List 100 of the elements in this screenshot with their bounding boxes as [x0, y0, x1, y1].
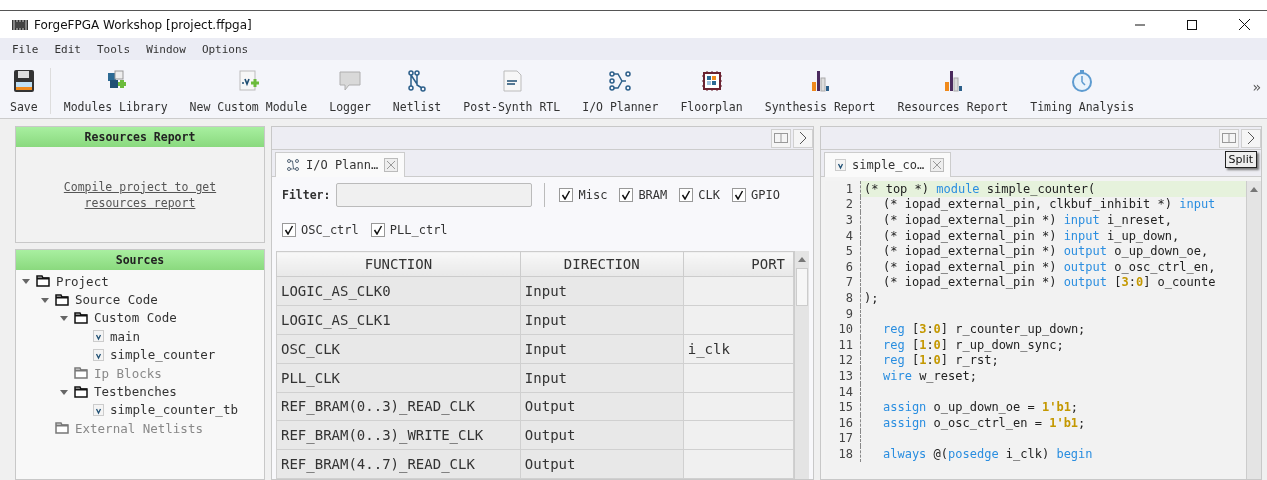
checkbox[interactable]: [619, 188, 634, 202]
split-icon: [774, 133, 788, 143]
code-line: (* iopad_external_pin *) input i_nreset,: [882, 212, 1173, 228]
toolbar-button-label[interactable]: Synthesis Report: [764, 100, 876, 114]
folder-icon: [74, 367, 88, 380]
menu-item[interactable]: Tools: [95, 42, 133, 56]
expand-arrow-icon[interactable]: [41, 295, 49, 304]
io-planner-tab[interactable]: I/O Plann…: [275, 152, 406, 177]
tree-item[interactable]: Testbenches: [94, 384, 177, 400]
checkbox[interactable]: [282, 223, 296, 237]
scroll-up-icon[interactable]: [1250, 186, 1258, 192]
scroll-up-icon[interactable]: [798, 256, 806, 262]
table-cell: i_clk: [683, 334, 794, 364]
column-header[interactable]: FUNCTION: [276, 251, 521, 277]
line-number: 3: [825, 212, 861, 228]
toolbar-button-label[interactable]: New Custom Module: [189, 100, 308, 114]
line-number: 6: [825, 258, 861, 275]
menu-item[interactable]: Edit: [52, 42, 83, 56]
code-line: assign o_up_down_oe = 1'b1;: [882, 399, 1080, 415]
code-line: (* iopad_external_pin *) output [3:0] o_counte: [882, 274, 1217, 291]
checkbox[interactable]: [370, 223, 385, 237]
expand-arrow-icon[interactable]: [60, 313, 68, 322]
code-line: reg [3:0] r_counter_up_down;: [882, 321, 1087, 337]
column-header[interactable]: PORT: [683, 251, 794, 277]
line-number: 7: [825, 274, 861, 291]
table-cell: Input: [520, 276, 684, 306]
scrollbar-thumb[interactable]: [796, 268, 808, 306]
toolbar-button-label[interactable]: I/O Planner: [582, 100, 659, 114]
editor-tab[interactable]: simple_co…: [824, 152, 952, 177]
line-number: 15: [825, 399, 861, 415]
code-line: always @(posedge i_clk) begin: [882, 446, 1094, 462]
toolbar-button-label[interactable]: Netlist: [392, 100, 442, 114]
tree-item[interactable]: main: [110, 328, 141, 344]
table-cell: REF_BRAM(0..3)_READ_CLK: [276, 392, 521, 421]
checkbox-label: CLK: [698, 188, 720, 202]
checkbox[interactable]: [731, 188, 746, 202]
table-cell: LOGIC_AS_CLK0: [276, 276, 521, 306]
table-cell: Output: [520, 420, 684, 450]
line-number: 14: [825, 383, 861, 400]
folder-icon: [74, 311, 88, 324]
scrollbar[interactable]: [794, 251, 809, 479]
checkbox-label: PLL_ctrl: [389, 223, 448, 237]
checkbox-label: BRAM: [638, 188, 668, 202]
line-number: 10: [825, 321, 861, 337]
line-number: 17: [825, 430, 861, 447]
checkbox-label: GPIO: [750, 188, 780, 202]
close-icon[interactable]: [1238, 19, 1250, 30]
table-cell: OSC_CLK: [276, 334, 521, 364]
table-cell: Input: [520, 334, 684, 364]
table-cell: PLL_CLK: [276, 363, 521, 393]
column-header[interactable]: DIRECTION: [520, 251, 684, 277]
table-cell: REF_BRAM(4..7)_READ_CLK: [276, 449, 521, 479]
menu-item[interactable]: File: [10, 42, 41, 56]
tree-item[interactable]: simple_counter: [110, 347, 216, 363]
line-number: 2: [825, 196, 861, 213]
circuit-icon: [286, 158, 300, 172]
toolbar-button-label[interactable]: Post-Synth RTL: [463, 100, 561, 114]
table-cell: REF_BRAM(0..3)_WRITE_CLK: [276, 420, 521, 450]
toolbar-button-label[interactable]: Floorplan: [680, 100, 743, 114]
table-cell: Input: [520, 305, 684, 335]
table-cell: Input: [520, 363, 684, 393]
menu-item[interactable]: Options: [199, 42, 251, 56]
toolbar-button-label[interactable]: Save: [10, 100, 38, 114]
table-cell: LOGIC_AS_CLK1: [276, 305, 521, 335]
checkbox-label: OSC_ctrl: [301, 223, 359, 237]
maximize-icon[interactable]: [1187, 19, 1197, 30]
tooltip: Split: [1224, 151, 1257, 168]
next-button[interactable]: [793, 128, 813, 148]
code-line: reg [1:0] r_rst;: [882, 352, 1000, 369]
scrollbar[interactable]: [1246, 181, 1261, 479]
tree-item[interactable]: Custom Code: [94, 310, 177, 326]
tree-item[interactable]: Source Code: [75, 292, 158, 308]
toolbar-button-label[interactable]: Resources Report: [897, 100, 1009, 114]
toolbar-overflow-button[interactable]: »: [1252, 79, 1261, 95]
checkbox[interactable]: [679, 188, 694, 202]
code-line: );: [863, 290, 880, 306]
filter-label: Filter:: [282, 188, 331, 202]
compile-link[interactable]: Compile project to get resources report: [45, 178, 235, 211]
expand-arrow-icon[interactable]: [60, 387, 68, 396]
toolbar-button-label[interactable]: Timing Analysis: [1030, 100, 1135, 114]
code-line: (* iopad_external_pin *) output o_osc_ctrl_en,: [882, 258, 1217, 275]
line-number: 18: [825, 446, 861, 462]
next-button[interactable]: [1241, 128, 1261, 148]
menu-item[interactable]: Window: [144, 42, 188, 56]
expand-arrow-icon[interactable]: [22, 277, 30, 286]
toolbar-icon[interactable]: [607, 68, 634, 94]
line-number: 11: [825, 336, 861, 353]
code-line: (* iopad_external_pin *) output o_up_down_oe,: [882, 243, 1210, 259]
toolbar-button-label[interactable]: Modules Library: [63, 100, 168, 114]
tree-item[interactable]: Project: [56, 273, 109, 289]
checkbox-label: Misc: [578, 188, 608, 202]
filter-field[interactable]: [336, 183, 533, 207]
split-icon: [1222, 133, 1236, 143]
checkbox[interactable]: [559, 188, 574, 202]
line-number: 16: [825, 414, 861, 431]
panel-header: Resources Report: [16, 127, 264, 147]
line-number: 13: [825, 368, 861, 384]
tree-item[interactable]: simple_counter_tb: [110, 402, 238, 418]
code-line: wire w_reset;: [882, 368, 978, 384]
file-icon: [835, 159, 846, 171]
